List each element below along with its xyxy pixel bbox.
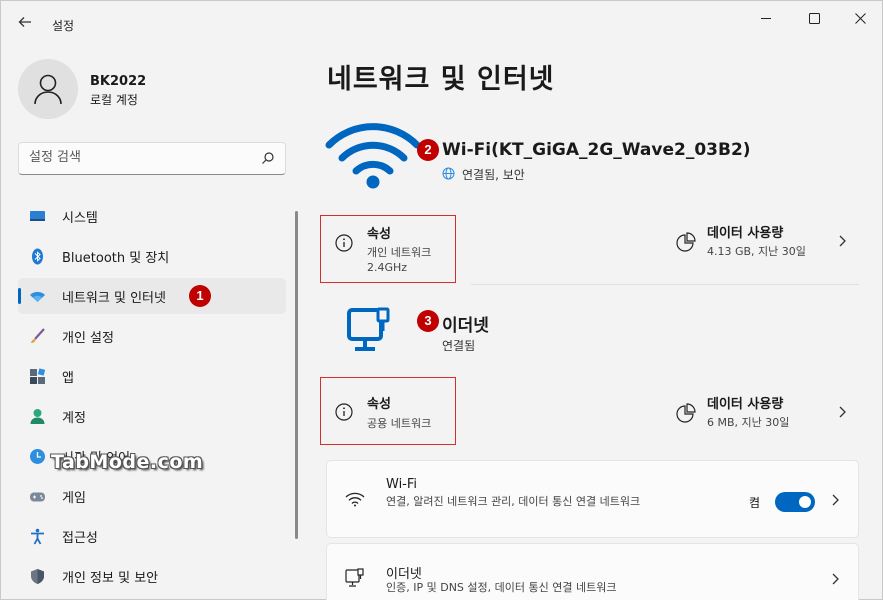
card-description: 인증, IP 및 DNS 설정, 데이터 통신 연결 네트워크 bbox=[386, 581, 617, 594]
network-profile: 개인 네트워크 bbox=[367, 246, 432, 259]
network-icon bbox=[30, 291, 45, 302]
wifi-properties-button[interactable]: 속성 개인 네트워크 2.4GHz bbox=[320, 215, 456, 283]
bluetooth-icon bbox=[32, 248, 43, 265]
sidebar-item-bluetooth[interactable]: Bluetooth 및 장치 bbox=[18, 238, 286, 274]
info-icon bbox=[335, 403, 353, 421]
step-badge-3: 3 bbox=[417, 310, 439, 332]
sidebar-item-gaming[interactable]: 게임 bbox=[18, 478, 286, 514]
sidebar-item-label: 시스템 bbox=[62, 211, 98, 226]
wifi-band: 2.4GHz bbox=[367, 261, 408, 274]
gaming-icon bbox=[30, 492, 45, 502]
sidebar-item-accounts[interactable]: 계정 bbox=[18, 398, 286, 434]
close-button[interactable] bbox=[837, 7, 883, 31]
chevron-right-icon bbox=[839, 235, 846, 247]
pie-chart-icon bbox=[676, 232, 696, 252]
globe-icon bbox=[442, 167, 455, 180]
account-type: 로컬 계정 bbox=[90, 93, 138, 107]
chevron-right-icon bbox=[839, 406, 846, 418]
properties-title: 속성 bbox=[367, 397, 391, 412]
sidebar-item-label: 네트워크 및 인터넷 bbox=[62, 291, 166, 306]
sidebar-item-apps[interactable]: 앱 bbox=[18, 358, 286, 394]
time-language-icon bbox=[30, 449, 45, 464]
arrow-left-icon bbox=[18, 17, 31, 27]
wifi-network-name: Wi-Fi(KT_GiGA_2G_Wave2_03B2) bbox=[442, 140, 751, 160]
sidebar-item-network[interactable]: 네트워크 및 인터넷 bbox=[18, 278, 286, 314]
info-icon bbox=[335, 234, 353, 252]
user-icon bbox=[34, 74, 62, 105]
account-icon bbox=[30, 409, 45, 424]
active-indicator bbox=[18, 288, 21, 304]
back-button[interactable] bbox=[13, 11, 37, 33]
search-input[interactable] bbox=[29, 150, 249, 165]
sidebar-item-personalization[interactable]: 개인 설정 bbox=[18, 318, 286, 354]
close-icon bbox=[854, 13, 866, 24]
title-bar: 설정 bbox=[1, 1, 883, 41]
system-icon bbox=[30, 211, 45, 221]
ethernet-name: 이더넷 bbox=[442, 316, 489, 336]
wifi-icon bbox=[345, 492, 365, 507]
apps-icon bbox=[30, 368, 46, 384]
minimize-icon bbox=[760, 18, 771, 19]
card-description: 연결, 알려진 네트워크 관리, 데이터 통신 연결 네트워크 bbox=[386, 495, 641, 508]
ethernet-icon bbox=[345, 568, 364, 587]
data-usage-detail: 6 MB, 지난 30일 bbox=[707, 416, 790, 429]
sidebar-item-system[interactable]: 시스템 bbox=[18, 198, 286, 234]
minimize-button[interactable] bbox=[743, 7, 789, 31]
data-usage-title: 데이터 사용량 bbox=[707, 397, 784, 412]
sidebar-scrollbar[interactable] bbox=[295, 211, 298, 539]
user-name: BK2022 bbox=[90, 74, 147, 89]
chevron-right-icon bbox=[832, 573, 839, 585]
sidebar-item-label: 게임 bbox=[62, 491, 86, 506]
search-icon[interactable] bbox=[261, 151, 275, 165]
sidebar-item-accessibility[interactable]: 접근성 bbox=[18, 518, 286, 554]
sidebar-item-label: 개인 정보 및 보안 bbox=[62, 571, 159, 586]
ethernet-connection-status: 연결됨 bbox=[442, 339, 476, 353]
pie-chart-icon bbox=[676, 403, 696, 423]
properties-title: 속성 bbox=[367, 227, 391, 242]
ethernet-settings-card[interactable]: 이더넷 인증, IP 및 DNS 설정, 데이터 통신 연결 네트워크 bbox=[326, 543, 859, 600]
avatar[interactable] bbox=[18, 59, 78, 119]
shield-icon bbox=[31, 569, 44, 584]
network-profile: 공용 네트워크 bbox=[367, 417, 432, 430]
maximize-button[interactable] bbox=[791, 7, 837, 31]
sidebar-item-label: Bluetooth 및 장치 bbox=[62, 251, 170, 266]
data-usage-detail: 4.13 GB, 지난 30일 bbox=[707, 245, 806, 258]
watermark: TabMode.com bbox=[51, 451, 204, 473]
sidebar-item-label: 접근성 bbox=[62, 531, 98, 546]
brush-icon bbox=[31, 328, 45, 343]
toggle-knob bbox=[799, 496, 811, 508]
wifi-settings-card[interactable]: Wi-Fi 연결, 알려진 네트워크 관리, 데이터 통신 연결 네트워크 켬 bbox=[326, 460, 859, 538]
accessibility-icon bbox=[31, 528, 44, 545]
data-usage-title: 데이터 사용량 bbox=[707, 226, 784, 241]
sidebar-item-label: 개인 설정 bbox=[62, 331, 114, 346]
maximize-icon bbox=[808, 13, 820, 24]
wifi-large-icon bbox=[325, 123, 421, 189]
step-badge-1: 1 bbox=[189, 285, 211, 307]
sidebar-item-label: 앱 bbox=[62, 371, 74, 386]
card-title: Wi-Fi bbox=[386, 477, 418, 492]
app-title: 설정 bbox=[52, 19, 75, 33]
step-badge-2: 2 bbox=[417, 139, 439, 161]
settings-window: 설정 BK2022 로컬 계정 시스템 Bluetooth 및 장치 bbox=[0, 0, 883, 600]
chevron-right-icon bbox=[832, 494, 839, 506]
sidebar-item-label: 계정 bbox=[62, 411, 86, 426]
search-box[interactable] bbox=[18, 142, 286, 175]
wifi-toggle[interactable] bbox=[775, 492, 815, 512]
sidebar-item-privacy[interactable]: 개인 정보 및 보안 bbox=[18, 558, 286, 594]
ethernet-large-icon bbox=[347, 307, 390, 351]
page-title: 네트워크 및 인터넷 bbox=[327, 64, 555, 95]
toggle-state-label: 켬 bbox=[749, 496, 761, 510]
ethernet-properties-button[interactable]: 속성 공용 네트워크 bbox=[320, 377, 456, 445]
wifi-connection-status: 연결됨, 보안 bbox=[462, 168, 525, 182]
divider bbox=[471, 284, 859, 285]
